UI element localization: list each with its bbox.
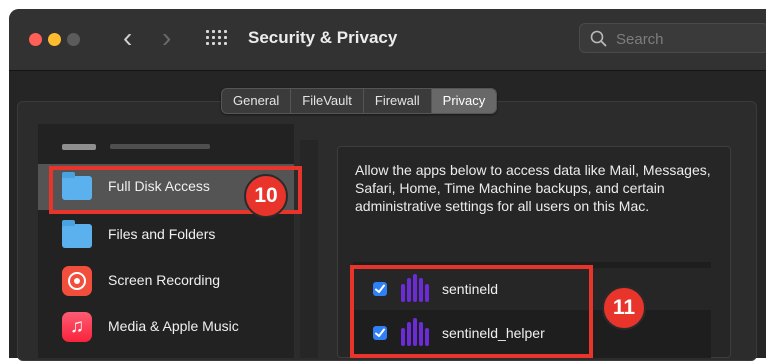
access-description: Allow the apps below to access data like… [355, 162, 711, 214]
screen-recording-icon [62, 266, 92, 296]
tab-privacy[interactable]: Privacy [431, 89, 497, 113]
sidebar-item-files-and-folders[interactable]: Files and Folders [38, 212, 294, 258]
search-icon [590, 30, 607, 47]
step-badge-10: 10 [244, 174, 288, 218]
sidebar-item-media-apple-music[interactable]: ♫ Media & Apple Music [38, 304, 294, 350]
sidebar-scrollbar[interactable] [300, 140, 318, 358]
show-all-grid-icon[interactable] [206, 30, 228, 47]
close-window-button[interactable] [29, 33, 42, 46]
tab-firewall[interactable]: Firewall [364, 89, 432, 113]
back-arrow-icon[interactable]: ‹ [123, 23, 132, 53]
sidebar-item-partial[interactable] [38, 124, 294, 158]
callout-highlight-apps [350, 265, 593, 358]
sidebar-item-label: Screen Recording [108, 272, 221, 288]
window-title: Security & Privacy [248, 28, 398, 47]
sidebar-item-label: Media & Apple Music [108, 318, 239, 334]
step-badge-11: 11 [602, 286, 646, 330]
music-icon: ♫ [62, 312, 92, 342]
tab-bar: General FileVault Firewall Privacy [221, 88, 498, 114]
search-field[interactable] [579, 23, 766, 53]
sidebar-item-screen-recording[interactable]: Screen Recording [38, 258, 294, 304]
title-bar: ‹ › Security & Privacy [9, 9, 766, 71]
sidebar-item-label: Files and Folders [108, 226, 216, 242]
forward-arrow-icon[interactable]: › [162, 23, 171, 53]
tab-filevault[interactable]: FileVault [291, 89, 364, 113]
search-input[interactable] [614, 28, 758, 50]
tab-general[interactable]: General [222, 89, 292, 113]
folder-icon [62, 220, 92, 250]
minimize-window-button[interactable] [48, 33, 61, 46]
privacy-category-list: Full Disk Access Files and Folders Scree… [38, 124, 294, 358]
zoom-window-button[interactable] [67, 33, 80, 46]
sidebar-item-partial-label [110, 144, 210, 149]
accessibility-icon [62, 144, 96, 150]
